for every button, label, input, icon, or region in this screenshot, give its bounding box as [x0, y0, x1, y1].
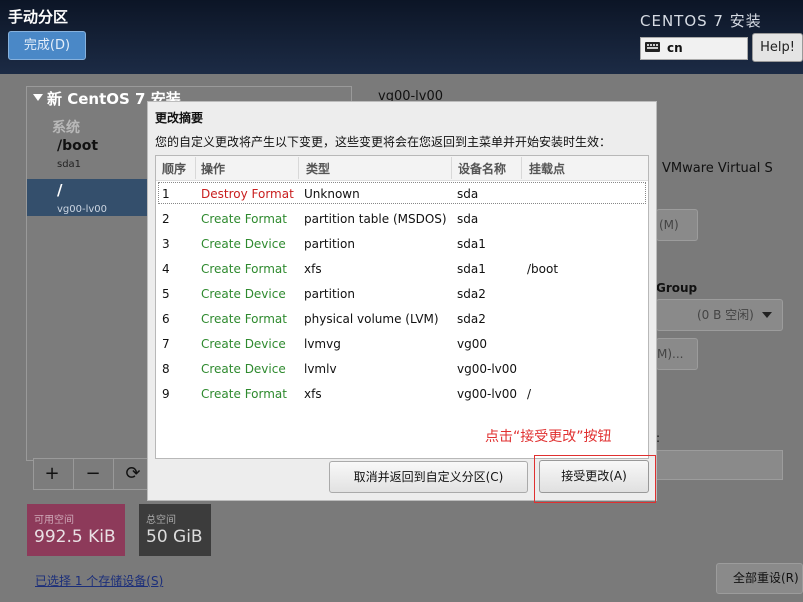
cell-action: Create Format — [201, 262, 287, 276]
cell-order: 5 — [162, 287, 170, 301]
system-heading: 系统 — [52, 120, 80, 136]
table-header — [156, 156, 648, 181]
volume-group-modify-button[interactable]: M)... — [656, 338, 698, 370]
chevron-down-icon — [762, 312, 772, 318]
cell-action: Destroy Format — [201, 187, 294, 201]
cell-device: vg00-lv00 — [457, 362, 518, 376]
cell-action: Create Format — [201, 312, 287, 326]
cell-action: Create Format — [201, 212, 287, 226]
selected-storage-link[interactable]: 已选择 1 个存储设备(S) — [35, 572, 163, 589]
cell-device: sda2 — [457, 312, 486, 326]
expander-triangle-icon[interactable] — [33, 94, 43, 101]
dialog-title: 更改摘要 — [155, 111, 204, 125]
column-separator — [195, 157, 196, 179]
cell-device: vg00 — [457, 337, 487, 351]
done-button[interactable]: 完成(D) — [8, 31, 86, 60]
cell-device: sda — [457, 187, 479, 201]
cell-type: xfs — [304, 262, 322, 276]
cell-type: physical volume (LVM) — [304, 312, 439, 326]
column-header-mount[interactable]: 挂载点 — [529, 160, 565, 177]
cell-action: Create Format — [201, 387, 287, 401]
cell-type: lvmvg — [304, 337, 341, 351]
cell-device: sda2 — [457, 287, 486, 301]
column-header-device[interactable]: 设备名称 — [458, 160, 506, 177]
cell-action: Create Device — [201, 287, 286, 301]
remove-mount-point-button[interactable]: − — [73, 459, 112, 489]
cell-order: 9 — [162, 387, 170, 401]
dialog-description: 您的自定义更改将产生以下变更，这些变更将会在您返回到主菜单并开始安装时生效： — [155, 135, 612, 149]
cell-type: xfs — [304, 387, 322, 401]
cell-order: 3 — [162, 237, 170, 251]
cell-type: partition table (MSDOS) — [304, 212, 447, 226]
accept-changes-button[interactable]: 接受更改(A) — [539, 460, 649, 493]
cell-order: 2 — [162, 212, 170, 226]
cell-type: Unknown — [304, 187, 360, 201]
mount-point-root-device: vg00-lv00 — [57, 204, 108, 215]
cell-order: 6 — [162, 312, 170, 326]
modify-device-button[interactable]: (M) — [656, 209, 698, 241]
product-title: CENTOS 7 安装 — [640, 12, 762, 30]
device-description: VMware Virtual S — [662, 161, 773, 176]
mount-point-root[interactable]: / — [57, 181, 62, 199]
help-button[interactable]: Help! — [752, 33, 803, 62]
cell-action: Create Device — [201, 237, 286, 251]
cell-device: sda1 — [457, 262, 486, 276]
column-separator — [451, 157, 452, 179]
available-space-label: 可用空间 — [34, 515, 74, 526]
reset-all-button[interactable]: 全部重设(R) — [716, 563, 803, 594]
cell-order: 7 — [162, 337, 170, 351]
cell-action: Create Device — [201, 362, 286, 376]
cell-device: sda — [457, 212, 479, 226]
cell-type: lvmlv — [304, 362, 337, 376]
column-separator — [521, 157, 522, 179]
cell-order: 8 — [162, 362, 170, 376]
total-space-label: 总空间 — [146, 515, 176, 526]
cell-order: 4 — [162, 262, 170, 276]
cell-mount: /boot — [527, 262, 559, 276]
cell-device: sda1 — [457, 237, 486, 251]
cell-type: partition — [304, 287, 355, 301]
cell-device: vg00-lv00 — [457, 387, 518, 401]
column-header-order[interactable]: 顺序 — [162, 160, 186, 177]
cell-type: partition — [304, 237, 355, 251]
cancel-and-return-button[interactable]: 取消并返回到自定义分区(C) — [329, 461, 528, 493]
total-space-value: 50 GiB — [146, 527, 203, 547]
column-header-type[interactable]: 类型 — [306, 160, 330, 177]
annotation-text: 点击“接受更改”按钮 — [485, 429, 612, 445]
volume-group-heading: Group — [656, 281, 698, 295]
keyboard-icon — [645, 42, 660, 52]
label-input[interactable] — [656, 450, 783, 480]
cell-action: Create Device — [201, 337, 286, 351]
cell-order: 1 — [162, 187, 170, 201]
cell-mount: / — [527, 387, 532, 401]
mount-point-boot-device: sda1 — [57, 159, 82, 170]
mount-point-boot[interactable]: /boot — [57, 138, 98, 154]
page-title: 手动分区 — [8, 8, 69, 26]
column-separator — [298, 157, 299, 179]
add-mount-point-button[interactable]: + — [33, 459, 71, 489]
available-space-value: 992.5 KiB — [34, 527, 116, 547]
column-header-action[interactable]: 操作 — [201, 160, 225, 177]
